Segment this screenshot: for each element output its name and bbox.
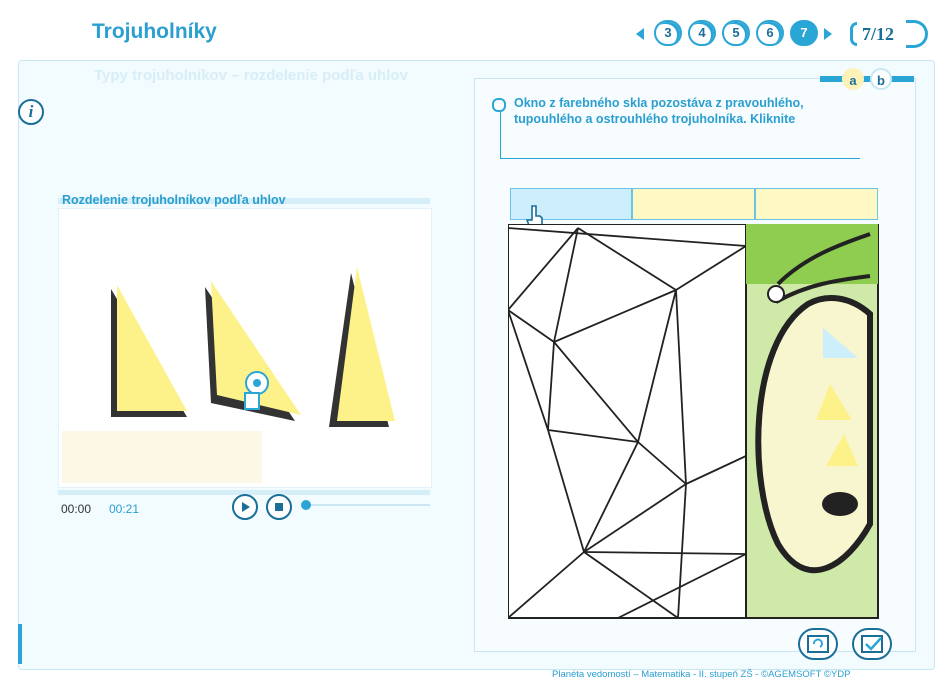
page-button-7[interactable]: 7 [790,20,818,46]
section-heading: Typy trojuholníkov – rozdelenie podľa uh… [94,67,408,84]
next-arrow-icon[interactable] [824,28,832,40]
video-title: Rozdelenie trojuholníkov podľa uhlov [62,193,286,207]
time-elapsed: 00:00 [61,502,92,516]
bullet-icon [492,98,506,112]
page-button-3[interactable]: 3 [654,20,682,46]
page-counter: 7/12 [862,24,895,44]
counter-bracket-icon [850,22,857,46]
tab-a[interactable]: a [842,68,864,90]
seek-handle[interactable] [301,500,311,510]
time-total: 00:21 [109,502,140,516]
play-button[interactable] [232,494,258,520]
stop-icon [275,503,283,511]
info-button[interactable]: i [18,99,44,125]
caption-area [62,431,262,483]
answer-slot-3[interactable] [755,188,878,220]
page-button-6[interactable]: 6 [756,20,784,46]
seek-track[interactable] [302,504,430,506]
prev-arrow-icon[interactable] [636,28,644,40]
triangle-right [117,285,187,411]
instruction-divider [500,112,501,158]
next-page-button[interactable] [906,20,928,48]
play-icon [242,502,250,512]
footer-copyright: Planéta vedomostí – Matematika - II. stu… [552,669,851,680]
page-button-5[interactable]: 5 [722,20,750,46]
answer-slot-2[interactable] [632,188,755,220]
reset-icon [807,635,829,653]
instruction-text: Okno z farebného skla pozostáva z pravou… [514,96,804,126]
check-button[interactable] [852,628,892,660]
reset-button[interactable] [798,628,838,660]
tab-b[interactable]: b [870,68,892,90]
stained-glass-window[interactable] [508,224,880,620]
page-button-4[interactable]: 4 [688,20,716,46]
checkmark-icon [861,635,883,653]
page-title: Trojuholníky [92,20,217,43]
instruction-underline [500,158,860,159]
stop-button[interactable] [266,494,292,520]
tab-bar [820,76,914,82]
side-marker [18,624,22,664]
